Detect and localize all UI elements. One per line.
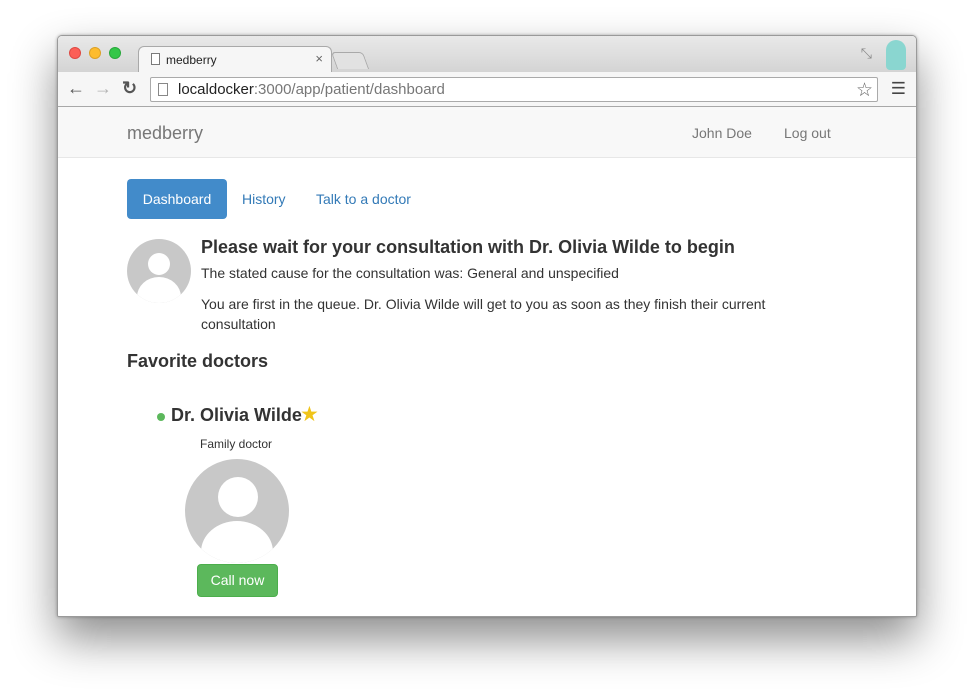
brand-logo[interactable]: medberry [127,123,203,144]
new-tab-button[interactable] [330,52,370,69]
consultation-cause: The stated cause for the consultation wa… [201,265,619,281]
app-navbar: medberry John Doe Log out [58,107,916,158]
profile-avatar-icon[interactable] [886,40,906,70]
page-icon [151,53,160,65]
doctor-avatar [127,239,191,303]
zoom-window-button[interactable] [109,47,121,59]
favorite-doctor-avatar [185,459,289,563]
forward-arrow-icon[interactable]: → [94,79,112,97]
tab-strip: medberry × ⤡ [58,36,916,73]
tab-dashboard[interactable]: Dashboard [127,179,227,219]
logout-link[interactable]: Log out [784,125,831,141]
doctor-role: Family doctor [200,437,273,451]
restore-arrows-icon[interactable]: ⤡ [861,45,872,62]
url-text[interactable]: localdocker:3000/app/patient/dashboard [178,81,445,98]
user-name-link[interactable]: John Doe [692,125,752,141]
page-icon [158,83,168,96]
tab-title: medberry [166,53,217,67]
minimize-window-button[interactable] [89,47,101,59]
browser-tab[interactable]: medberry × [138,46,332,73]
hamburger-menu-icon[interactable]: ☰ [891,80,906,97]
tab-talk-to-a-doctor[interactable]: Talk to a doctor [316,179,411,219]
tab-history[interactable]: History [242,179,286,219]
page-content: medberry John Doe Log out Dashboard Hist… [58,107,916,616]
avatar-head [148,253,170,275]
url-path: :3000/app/patient/dashboard [253,81,445,98]
browser-window: medberry × ⤡ ← → ↻ localdocker:3000/app/… [57,35,917,617]
back-arrow-icon[interactable]: ← [67,79,85,97]
avatar-body [137,277,181,303]
favorite-doctor-name[interactable]: Dr. Olivia Wilde [171,405,302,426]
address-bar[interactable]: localdocker:3000/app/patient/dashboard ☆ [150,77,878,102]
star-outline-icon[interactable]: ☆ [856,79,873,102]
close-window-button[interactable] [69,47,81,59]
online-status-dot [157,413,165,421]
queue-status: You are first in the queue. Dr. Olivia W… [201,296,766,332]
url-host: localdocker [178,81,254,98]
favorite-doctors-title: Favorite doctors [127,351,269,371]
tab-close-icon[interactable]: × [315,51,323,66]
avatar-body [201,521,273,563]
favorite-star-icon[interactable]: ★ [300,402,319,427]
avatar-head [218,477,258,517]
consultation-heading: Please wait for your consultation with D… [201,237,735,257]
reload-icon[interactable]: ↻ [122,79,137,97]
call-now-button[interactable]: Call now [197,564,278,597]
browser-toolbar: ← → ↻ localdocker:3000/app/patient/dashb… [58,72,916,107]
